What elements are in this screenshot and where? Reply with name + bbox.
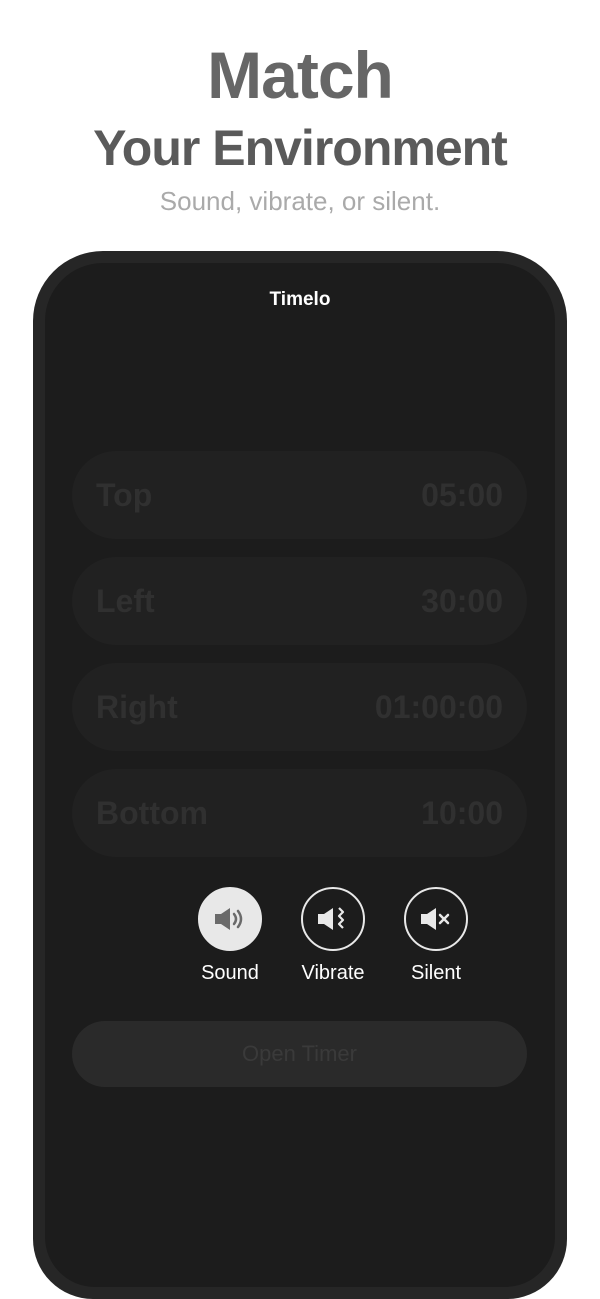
mode-sound-circle[interactable]	[198, 887, 262, 951]
timer-row-bottom[interactable]: Bottom 10:00	[72, 769, 527, 857]
speaker-mute-icon	[421, 908, 450, 930]
timer-value: 10:00	[421, 794, 503, 831]
mode-silent-button[interactable]: Silent	[381, 887, 491, 985]
mode-label: Vibrate	[301, 962, 365, 984]
phone-frame: Timelo Top 05:00 Left 30:00 Right 01:00:…	[33, 251, 567, 1299]
sound-mode-selector: Sound Vibrate Silent	[45, 887, 555, 997]
timer-label: Top	[96, 476, 153, 513]
timer-row-left[interactable]: Left 30:00	[72, 557, 527, 645]
timer-row-right[interactable]: Right 01:00:00	[72, 663, 527, 751]
timer-row-top[interactable]: Top 05:00	[72, 451, 527, 539]
timer-label: Left	[96, 582, 155, 619]
mode-vibrate-circle[interactable]	[301, 887, 365, 951]
open-timer-button[interactable]: Open Timer	[72, 1021, 527, 1087]
phone-screen: Timelo Top 05:00 Left 30:00 Right 01:00:…	[45, 263, 555, 1287]
timer-label: Bottom	[96, 794, 208, 831]
speaker-sound-icon	[215, 908, 243, 930]
mode-label: Silent	[410, 962, 462, 984]
timer-label: Right	[96, 688, 178, 725]
hero-subtitle: Your Environment	[93, 120, 508, 176]
mode-silent-circle[interactable]	[404, 887, 468, 951]
mode-vibrate-button[interactable]: Vibrate	[278, 887, 388, 985]
timer-value: 30:00	[421, 582, 503, 619]
app-title: Timelo	[269, 289, 331, 310]
page: Match Your Environment Sound, vibrate, o…	[0, 0, 600, 1299]
mode-label: Sound	[201, 962, 259, 984]
timer-value: 01:00:00	[374, 688, 503, 725]
timer-value: 05:00	[421, 476, 503, 513]
speaker-vibrate-icon	[318, 907, 345, 930]
mode-sound-button[interactable]: Sound	[175, 887, 285, 985]
hero-tagline: Sound, vibrate, or silent.	[159, 186, 441, 216]
hero-title: Match	[207, 38, 394, 112]
